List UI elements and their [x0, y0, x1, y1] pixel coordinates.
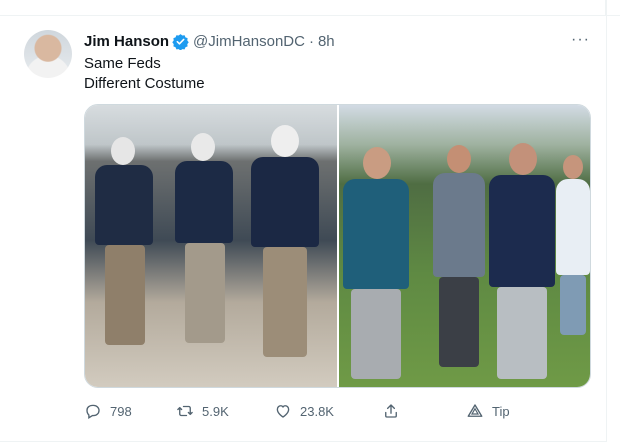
tweet-actions: 798 5.9K 23.8K Tip	[84, 396, 514, 426]
retweet-count: 5.9K	[202, 403, 229, 419]
retweet-icon	[177, 405, 193, 417]
more-options-icon[interactable]: ···	[571, 31, 590, 49]
tip-label: Tip	[492, 403, 510, 419]
photo-crowd[interactable]	[338, 105, 590, 387]
like-count: 23.8K	[300, 403, 334, 419]
tip-button[interactable]: Tip	[466, 402, 510, 420]
tweet-text-line: Same Feds	[84, 55, 161, 72]
verified-badge-icon	[172, 33, 189, 50]
photo-marchers[interactable]	[85, 105, 337, 387]
tweet-text: Same Feds Different Costume	[84, 54, 205, 94]
share-button[interactable]	[382, 402, 400, 420]
like-button[interactable]: 23.8K	[274, 402, 334, 420]
tweet-text-line: Different Costume	[84, 75, 205, 92]
media-grid	[84, 104, 591, 388]
reply-icon	[86, 404, 100, 419]
tip-icon	[467, 404, 483, 417]
author-handle[interactable]: @JimHansonDC	[193, 33, 305, 50]
retweet-button[interactable]: 5.9K	[176, 402, 229, 420]
previous-tweet-edge	[0, 0, 620, 16]
tweet-header: Jim Hanson @JimHansonDC · 8h	[84, 31, 335, 51]
avatar[interactable]	[24, 30, 72, 78]
tweet-timestamp[interactable]: 8h	[318, 33, 335, 50]
heart-icon	[276, 405, 290, 418]
reply-button[interactable]: 798	[84, 402, 132, 420]
share-icon	[385, 404, 397, 418]
header-separator: ·	[308, 32, 314, 50]
reply-count: 798	[110, 403, 132, 419]
tweet[interactable]: Jim Hanson @JimHansonDC · 8h ··· Same Fe…	[0, 16, 620, 442]
author-name[interactable]: Jim Hanson	[84, 33, 169, 50]
